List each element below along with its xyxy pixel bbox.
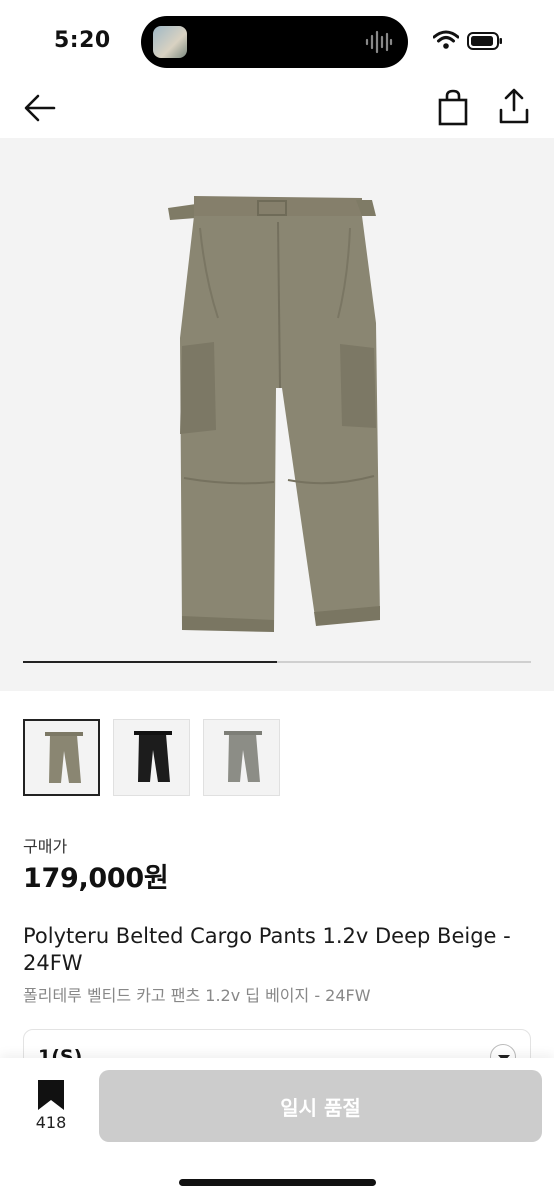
price-label: 구매가 (23, 837, 68, 856)
thumbnail-black[interactable] (113, 719, 190, 796)
sold-out-button[interactable]: 일시 품절 (99, 1070, 542, 1142)
audio-wave-icon (365, 30, 393, 54)
product-image-gallery[interactable] (0, 138, 554, 691)
product-subtitle: 폴리테루 벨티드 카고 팬츠 1.2v 딥 베이지 - 24FW (23, 986, 371, 1005)
thumbnail-olive[interactable] (23, 719, 100, 796)
product-title: Polyteru Belted Cargo Pants 1.2v Deep Be… (23, 924, 511, 975)
wifi-icon (433, 30, 459, 49)
cargo-pants-image (168, 196, 380, 632)
back-arrow-icon[interactable] (22, 90, 58, 126)
share-icon[interactable] (496, 86, 532, 126)
dynamic-island[interactable] (141, 16, 408, 68)
gallery-progress-track (23, 661, 531, 663)
bookmark-button[interactable]: 418 (34, 1080, 68, 1140)
bookmark-count: 418 (35, 1113, 67, 1132)
thumbnail-gray[interactable] (203, 719, 280, 796)
bottom-action-bar: 418 일시 품절 (0, 1058, 554, 1200)
shopping-bag-icon[interactable] (436, 88, 470, 126)
now-playing-thumbnail (153, 26, 187, 58)
home-indicator (179, 1179, 376, 1186)
status-bar: 5:20 (0, 0, 554, 80)
gallery-progress-fill (23, 661, 277, 663)
top-nav (0, 80, 554, 138)
status-time: 5:20 (54, 28, 111, 53)
bookmark-icon (38, 1080, 64, 1110)
battery-icon (467, 32, 502, 50)
product-price: 179,000원 (23, 863, 169, 894)
color-thumbnails (23, 719, 543, 799)
